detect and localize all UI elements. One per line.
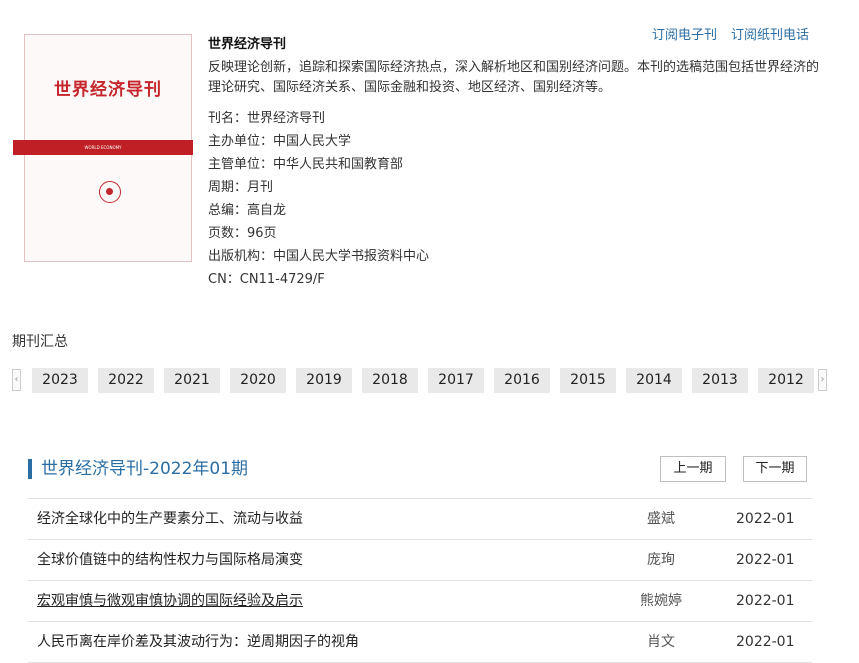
- year-tab[interactable]: 2018: [362, 368, 418, 393]
- journal-meta-list: 刊名：世界经济导刊 主办单位：中国人民大学 主管单位：中华人民共和国教育部 周期…: [208, 107, 429, 291]
- year-tab[interactable]: 2015: [560, 368, 616, 393]
- chevron-right-icon[interactable]: ›: [818, 369, 827, 391]
- year-tab[interactable]: 2012: [758, 368, 814, 393]
- year-selector: ‹ 2023 2022 2021 2020 2019 2018 2017 201…: [12, 368, 828, 393]
- article-title-link[interactable]: 宏观审慎与微观审慎协调的国际经验及启示: [37, 581, 303, 621]
- article-list: 经济全球化中的生产要素分工、流动与收益 盛斌 2022-01 全球价值链中的结构…: [28, 498, 812, 663]
- article-date: 2022-01: [736, 552, 795, 568]
- year-tab[interactable]: 2019: [296, 368, 352, 393]
- article-author-link[interactable]: 庞珣: [631, 540, 691, 580]
- journal-name: 世界经济导刊: [208, 37, 287, 52]
- year-tab[interactable]: 2023: [32, 368, 88, 393]
- cover-seal-icon: [99, 181, 121, 203]
- cover-title: 世界经济导刊: [54, 80, 162, 100]
- year-tab[interactable]: 2017: [428, 368, 484, 393]
- subscribe-electronic-link[interactable]: 订阅电子刊: [652, 24, 717, 43]
- meta-cn: CN：CN11-4729/F: [208, 272, 325, 287]
- issue-accent-bar: [28, 459, 32, 479]
- year-tab[interactable]: 2016: [494, 368, 550, 393]
- cover-band: WORLD ECONOMY: [13, 140, 193, 155]
- meta-sponsor: 主办单位：中国人民大学: [208, 134, 352, 149]
- meta-title: 刊名：世界经济导刊: [208, 111, 326, 126]
- article-author-link[interactable]: 熊婉婷: [631, 581, 691, 621]
- prev-issue-button[interactable]: 上一期: [660, 456, 726, 482]
- article-date: 2022-01: [736, 593, 795, 609]
- meta-period: 周期：月刊: [208, 180, 274, 195]
- subscribe-links: 订阅电子刊 订阅纸刊电话: [652, 24, 809, 43]
- journal-cover: 世界经济导刊 WORLD ECONOMY: [13, 34, 193, 262]
- article-title-link[interactable]: 全球价值链中的结构性权力与国际格局演变: [37, 540, 303, 580]
- article-date: 2022-01: [736, 511, 795, 527]
- year-tab[interactable]: 2022: [98, 368, 154, 393]
- article-title-link[interactable]: 人民币离在岸价差及其波动行为：逆周期因子的视角: [37, 622, 359, 662]
- year-tab[interactable]: 2013: [692, 368, 748, 393]
- issue-title: 世界经济导刊-2022年01期: [41, 459, 249, 479]
- chevron-left-icon[interactable]: ‹: [12, 369, 21, 391]
- article-date: 2022-01: [736, 634, 795, 650]
- year-tab[interactable]: 2021: [164, 368, 220, 393]
- year-list: 2023 2022 2021 2020 2019 2018 2017 2016 …: [32, 368, 814, 393]
- article-title-link[interactable]: 经济全球化中的生产要素分工、流动与收益: [37, 499, 303, 539]
- article-author-link[interactable]: 肖文: [631, 622, 691, 662]
- meta-pages: 页数：96页: [208, 226, 277, 241]
- subscribe-paper-phone-link[interactable]: 订阅纸刊电话: [731, 24, 809, 43]
- meta-publisher: 出版机构：中国人民大学书报资料中心: [208, 249, 430, 264]
- meta-editor: 总编：高自龙: [208, 203, 287, 218]
- journal-description: 反映理论创新，追踪和探索国际经济热点，深入解析地区和国别经济问题。本刊的选稿范围…: [208, 60, 820, 95]
- article-row: 宏观审慎与微观审慎协调的国际经验及启示 熊婉婷 2022-01: [28, 581, 812, 622]
- archive-title: 期刊汇总: [12, 334, 68, 350]
- year-tab[interactable]: 2014: [626, 368, 682, 393]
- article-author-link[interactable]: 盛斌: [631, 499, 691, 539]
- issue-header: 世界经济导刊-2022年01期 上一期 下一期: [28, 456, 812, 482]
- meta-supervisor: 主管单位：中华人民共和国教育部: [208, 157, 404, 172]
- year-tab[interactable]: 2020: [230, 368, 286, 393]
- article-row: 全球价值链中的结构性权力与国际格局演变 庞珣 2022-01: [28, 540, 812, 581]
- article-row: 经济全球化中的生产要素分工、流动与收益 盛斌 2022-01: [28, 499, 812, 540]
- next-issue-button[interactable]: 下一期: [743, 456, 807, 482]
